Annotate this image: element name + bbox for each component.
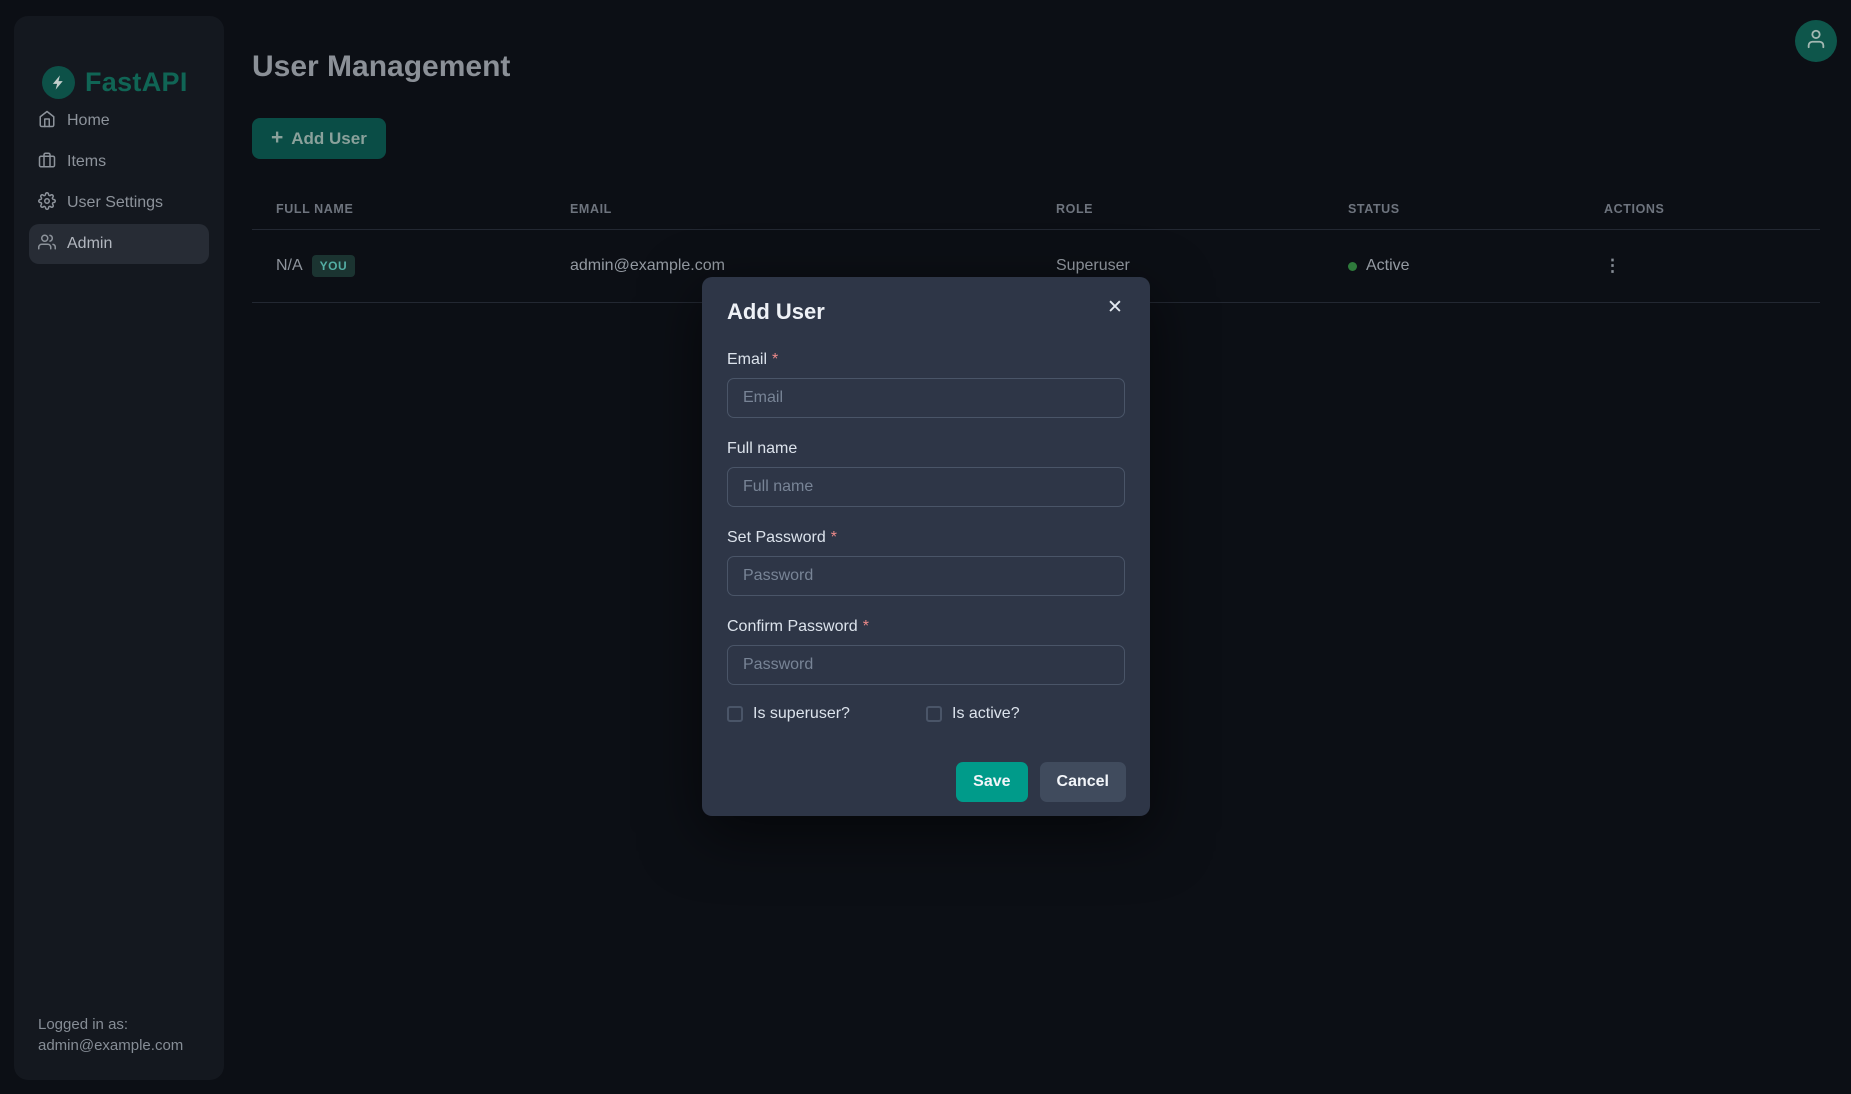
logged-in-label: Logged in as: [38,1014,183,1035]
sidebar-item-label: Home [67,112,110,130]
logged-in-info: Logged in as: admin@example.com [38,1014,183,1056]
cell-status: Active [1324,257,1580,275]
logged-in-email: admin@example.com [38,1035,183,1056]
full-name-label: Full name [727,440,1125,458]
sidebar-item-label: Items [67,153,106,171]
full-name-value: N/A [276,257,303,275]
save-button[interactable]: Save [956,762,1027,802]
sidebar-item-items[interactable]: Items [29,142,209,182]
email-label: Email * [727,351,1125,369]
set-password-label: Set Password * [727,529,1125,547]
is-active-checkbox[interactable]: Is active? [926,705,1125,723]
sidebar-item-label: Admin [67,235,112,253]
full-name-field[interactable] [727,467,1125,507]
sidebar-item-home[interactable]: Home [29,101,209,141]
fastapi-logo[interactable]: FastAPI [42,66,188,99]
sidebar-item-admin[interactable]: Admin [29,224,209,264]
checkbox-icon [727,706,743,722]
sidebar-nav: Home Items User Settings Admin [29,101,209,265]
gear-icon [38,192,56,215]
modal-title: Add User [727,299,1125,325]
sidebar: FastAPI Home Items User Settings Admin L… [14,16,224,1080]
is-superuser-checkbox[interactable]: Is superuser? [727,705,926,723]
user-icon [1805,28,1827,55]
column-header-status: STATUS [1324,202,1580,216]
status-dot-icon [1348,262,1357,271]
cell-email: admin@example.com [546,257,1032,275]
column-header-actions: ACTIONS [1580,202,1820,216]
column-header-email: EMAIL [546,202,1032,216]
email-field[interactable] [727,378,1125,418]
table-header-row: FULL NAME EMAIL ROLE STATUS ACTIONS [252,189,1820,230]
cell-actions: ⋮ [1580,256,1820,276]
set-password-field[interactable] [727,556,1125,596]
plus-icon: + [271,127,283,148]
you-badge: YOU [312,255,356,277]
required-asterisk: * [772,351,778,369]
modal-buttons: Save Cancel [956,762,1126,802]
status-value: Active [1366,257,1410,275]
add-user-modal: ✕ Add User Email * Full name Set Passwor… [702,277,1150,816]
column-header-role: ROLE [1032,202,1324,216]
briefcase-icon [38,151,56,174]
confirm-password-field[interactable] [727,645,1125,685]
checkbox-icon [926,706,942,722]
column-header-full-name: FULL NAME [252,202,546,216]
cell-full-name: N/A YOU [252,255,546,277]
cell-role: Superuser [1032,257,1324,275]
required-asterisk: * [831,529,837,547]
user-menu-button[interactable] [1795,20,1837,62]
ellipsis-menu-icon[interactable]: ⋮ [1604,256,1621,276]
required-asterisk: * [863,618,869,636]
home-icon [38,110,56,133]
lightning-bolt-icon [42,66,75,99]
sidebar-item-label: User Settings [67,194,163,212]
users-icon [38,233,56,256]
sidebar-item-user-settings[interactable]: User Settings [29,183,209,223]
confirm-password-label: Confirm Password * [727,618,1125,636]
page-title: User Management [252,50,510,84]
brand-name: FastAPI [85,67,188,98]
checkbox-row: Is superuser? Is active? [727,705,1125,723]
cancel-button[interactable]: Cancel [1040,762,1126,802]
add-user-button[interactable]: + Add User [252,118,386,159]
close-icon[interactable]: ✕ [1100,292,1130,322]
add-user-label: Add User [291,129,367,149]
